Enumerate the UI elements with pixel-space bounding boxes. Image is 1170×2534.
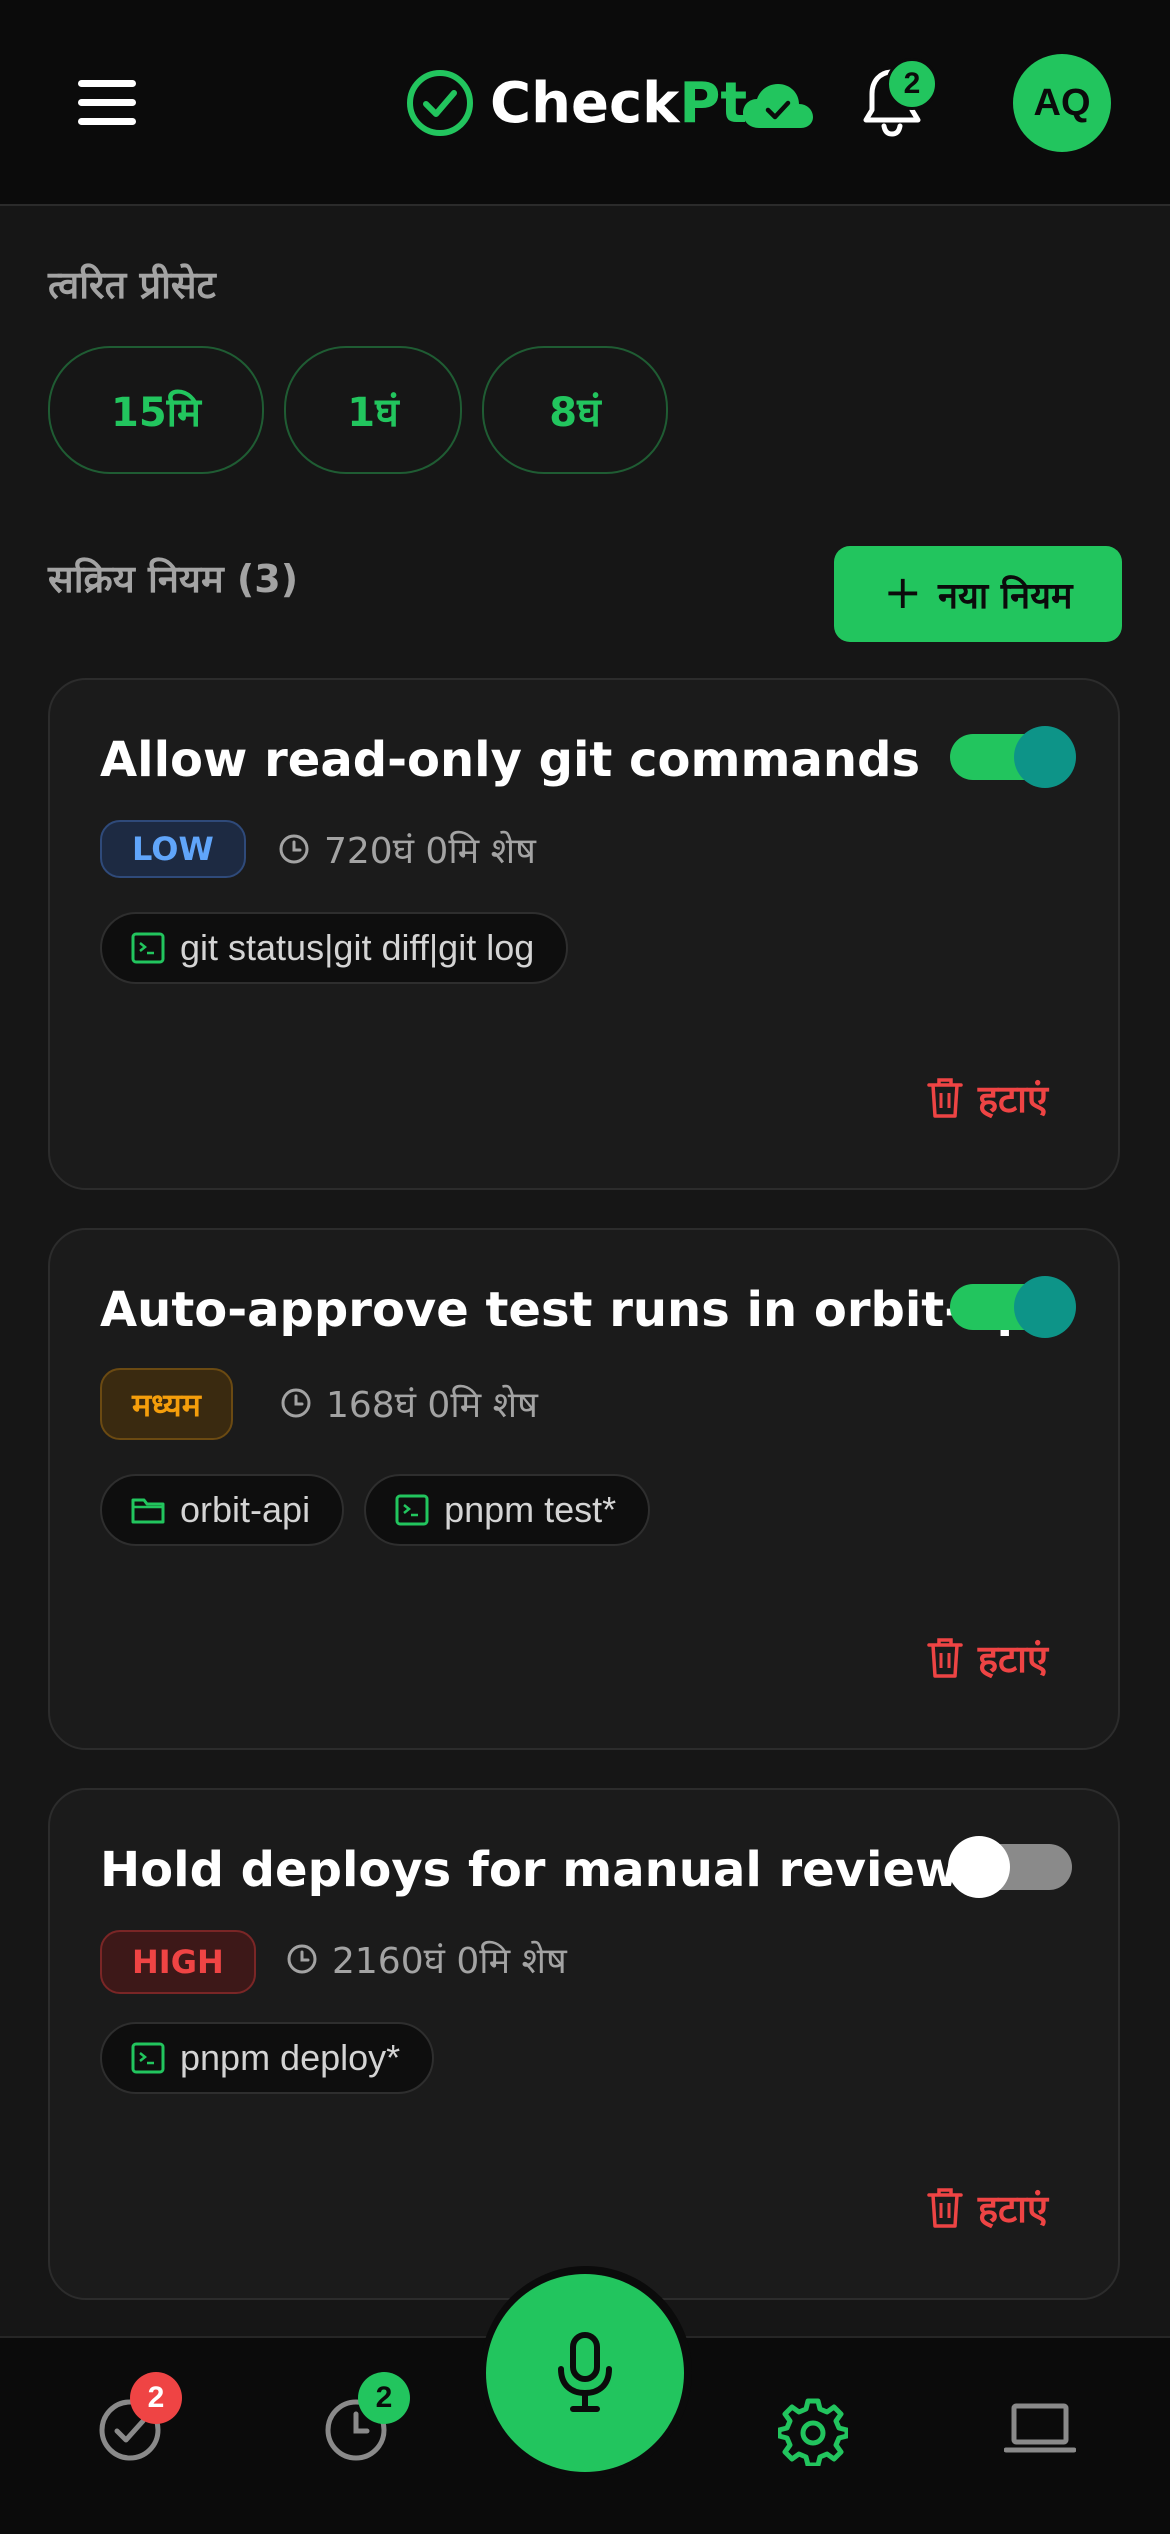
clock-icon bbox=[287, 1944, 317, 1974]
history-count-badge: 2 bbox=[358, 2372, 410, 2424]
rule-enabled-toggle[interactable] bbox=[950, 1276, 1076, 1338]
notification-badge: 2 bbox=[886, 58, 938, 110]
app-name: CheckPt bbox=[490, 70, 748, 136]
risk-badge: मध्यम bbox=[100, 1368, 233, 1440]
folder-icon bbox=[131, 1498, 165, 1524]
nav-devices-icon[interactable] bbox=[1004, 2396, 1076, 2464]
preset-button-15m[interactable]: 15मि bbox=[48, 346, 264, 474]
time-remaining: 168घं 0मि शेष bbox=[280, 1374, 538, 1432]
menu-icon[interactable] bbox=[78, 80, 136, 125]
rule-conditions: pnpm deploy* bbox=[100, 2022, 435, 2094]
nav-settings-icon[interactable] bbox=[778, 2396, 848, 2466]
delete-rule-button[interactable]: हटाएं bbox=[926, 1072, 1048, 1124]
trash-icon bbox=[927, 1638, 963, 1678]
time-remaining: 720घं 0मि शेष bbox=[278, 820, 536, 878]
risk-badge: HIGH bbox=[100, 1930, 256, 1994]
trash-icon bbox=[927, 2188, 963, 2228]
terminal-icon bbox=[395, 1494, 429, 1526]
presets-section-title: त्वरित प्रीसेट bbox=[48, 263, 216, 307]
check-circle-logo-icon bbox=[407, 70, 473, 136]
plus-icon: + bbox=[883, 565, 923, 619]
delete-rule-button[interactable]: हटाएं bbox=[926, 2182, 1048, 2234]
user-avatar[interactable]: AQ bbox=[1013, 54, 1111, 152]
rule-title: Hold deploys for manual review bbox=[100, 1842, 960, 1898]
microphone-icon bbox=[558, 2332, 612, 2412]
terminal-icon bbox=[131, 932, 165, 964]
app-logo: CheckPt bbox=[406, 66, 815, 140]
rule-title: Allow read-only git commands bbox=[100, 732, 921, 788]
clock-icon bbox=[279, 834, 309, 864]
preset-button-8h[interactable]: 8घं bbox=[482, 346, 668, 474]
rule-title: Auto-approve test runs in orbit-api bbox=[100, 1282, 1048, 1338]
condition-chip: orbit-api bbox=[100, 1474, 345, 1546]
rule-card: Auto-approve test runs in orbit-api मध्य… bbox=[48, 1228, 1120, 1750]
approvals-count-badge: 2 bbox=[130, 2372, 182, 2424]
new-rule-button[interactable]: + नया नियम bbox=[834, 546, 1122, 642]
app-header: CheckPt 2 AQ bbox=[0, 0, 1170, 206]
rule-enabled-toggle[interactable] bbox=[948, 1836, 1072, 1898]
rule-conditions: git status|git diff|git log bbox=[100, 912, 569, 984]
risk-badge: LOW bbox=[100, 820, 246, 878]
condition-chip: pnpm test* bbox=[364, 1474, 651, 1546]
preset-button-1h[interactable]: 1घं bbox=[284, 346, 462, 474]
condition-chip: git status|git diff|git log bbox=[100, 912, 569, 984]
condition-chip: pnpm deploy* bbox=[100, 2022, 435, 2094]
clock-icon bbox=[281, 1388, 311, 1418]
voice-input-button[interactable] bbox=[486, 2274, 684, 2472]
delete-rule-button[interactable]: हटाएं bbox=[926, 1632, 1048, 1684]
rule-card: Hold deploys for manual review HIGH 2160… bbox=[48, 1788, 1120, 2300]
new-rule-label: नया नियम bbox=[938, 575, 1073, 617]
terminal-icon bbox=[131, 2042, 165, 2074]
trash-icon bbox=[927, 1078, 963, 1118]
rule-conditions: orbit-api pnpm test* bbox=[100, 1474, 651, 1546]
time-remaining: 2160घं 0मि शेष bbox=[286, 1930, 567, 1988]
cloud-check-icon bbox=[743, 84, 814, 128]
active-rules-title: सक्रिय नियम (3) bbox=[48, 557, 299, 601]
rule-enabled-toggle[interactable] bbox=[950, 726, 1076, 788]
rule-card: Allow read-only git commands LOW 720घं 0… bbox=[48, 678, 1120, 1190]
